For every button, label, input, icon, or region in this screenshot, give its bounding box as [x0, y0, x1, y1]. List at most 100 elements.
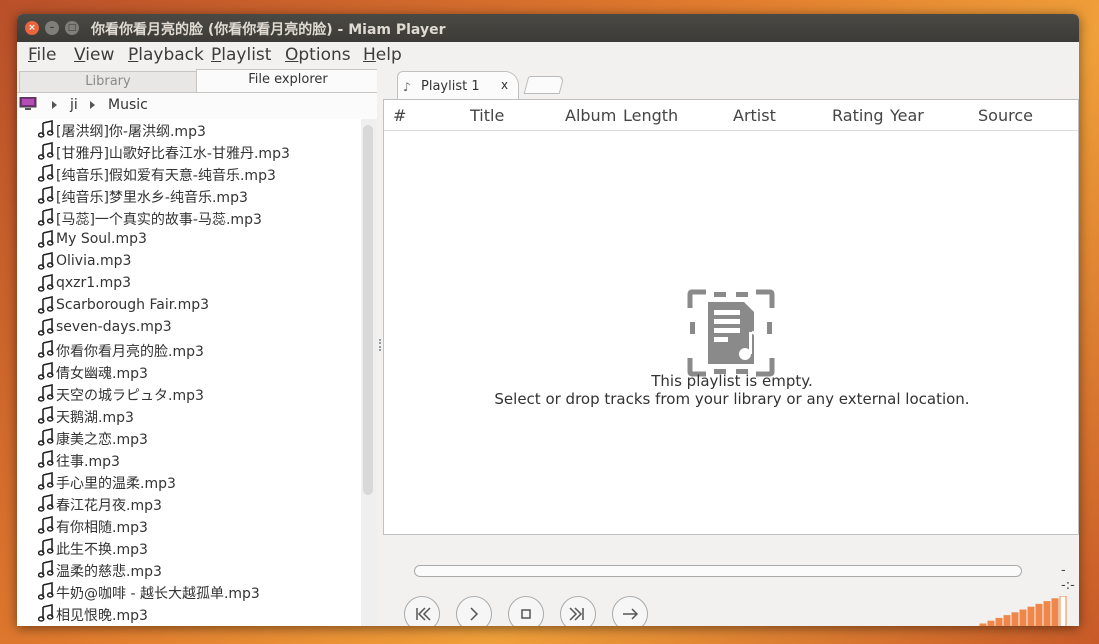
file-name: 康美之恋.mp3: [56, 432, 148, 448]
file-name: [甘雅丹]山歌好比春江水-甘雅丹.mp3: [56, 146, 290, 162]
breadcrumb-arrow-icon[interactable]: [52, 101, 57, 109]
column-rating[interactable]: Rating: [832, 106, 884, 125]
volume-bar[interactable]: [1035, 603, 1043, 626]
file-list-item[interactable]: 春江花月夜.mp3: [17, 493, 361, 515]
skip-forward-button[interactable]: [560, 596, 596, 626]
file-name: 天鹅湖.mp3: [56, 410, 134, 426]
stop-button[interactable]: [508, 596, 544, 626]
left-panel: Library File explorer ji Music [屠洪纲]你-屠洪…: [17, 68, 380, 626]
file-list-item[interactable]: Scarborough Fair.mp3: [17, 295, 361, 317]
playlist-table[interactable]: # Title Album Length Artist Rating Year …: [383, 99, 1079, 535]
play-button[interactable]: [456, 596, 492, 626]
column-year[interactable]: Year: [890, 106, 924, 125]
file-list-item[interactable]: [甘雅丹]山歌好比春江水-甘雅丹.mp3: [17, 141, 361, 163]
file-name: 天空の城ラピュタ.mp3: [56, 388, 204, 404]
file-list-scrollbar[interactable]: [361, 119, 377, 626]
column-title[interactable]: Title: [470, 106, 504, 125]
menu-options[interactable]: Options: [285, 45, 351, 65]
file-name: Scarborough Fair.mp3: [56, 297, 210, 313]
file-list-item[interactable]: 此生不换.mp3: [17, 537, 361, 559]
playlist-header: # Title Album Length Artist Rating Year …: [384, 100, 1078, 131]
music-file-icon: [38, 582, 54, 600]
file-name: seven-days.mp3: [56, 319, 172, 335]
music-file-icon: [38, 428, 54, 446]
volume-bar[interactable]: [1019, 609, 1027, 626]
menu-playback[interactable]: Playback: [128, 45, 204, 65]
file-list-item[interactable]: My Soul.mp3: [17, 229, 361, 251]
music-file-icon: [38, 274, 54, 292]
column-number[interactable]: #: [393, 106, 406, 125]
volume-bar[interactable]: [1051, 598, 1059, 626]
volume-slider[interactable]: [978, 596, 1073, 626]
file-list-item[interactable]: [马蕊]一个真实的故事-马蕊.mp3: [17, 207, 361, 229]
volume-bar[interactable]: [1059, 596, 1067, 626]
file-name: 相见恨晚.mp3: [56, 608, 148, 624]
tab-file-explorer[interactable]: File explorer: [196, 69, 380, 92]
music-file-icon: [38, 516, 54, 534]
menu-playlist[interactable]: Playlist: [211, 45, 271, 65]
file-name: 春江花月夜.mp3: [56, 498, 162, 514]
file-list-item[interactable]: qxzr1.mp3: [17, 273, 361, 295]
volume-bar[interactable]: [987, 620, 995, 626]
file-list-item[interactable]: [纯音乐]梦里水乡-纯音乐.mp3: [17, 185, 361, 207]
new-playlist-tab-button[interactable]: [523, 76, 565, 94]
computer-icon[interactable]: [19, 97, 37, 111]
music-file-icon: [38, 384, 54, 402]
volume-bar[interactable]: [979, 623, 987, 626]
file-list-item[interactable]: 牛奶@咖啡 - 越长大越孤单.mp3: [17, 581, 361, 603]
column-artist[interactable]: Artist: [733, 106, 776, 125]
skip-forward-icon: [569, 607, 584, 621]
column-length[interactable]: Length: [623, 106, 678, 125]
file-name: 温柔的慈悲.mp3: [56, 564, 162, 580]
volume-bar[interactable]: [1011, 612, 1019, 626]
scrollbar-thumb[interactable]: [363, 125, 373, 495]
column-album[interactable]: Album: [565, 106, 616, 125]
breadcrumb-segment-ji[interactable]: ji: [70, 97, 78, 113]
volume-bar[interactable]: [1027, 606, 1035, 626]
close-window-button[interactable]: ×: [25, 21, 39, 35]
file-list-item[interactable]: [纯音乐]假如爱有天意-纯音乐.mp3: [17, 163, 361, 185]
file-list-item[interactable]: 红楼梦序曲.mp3: [17, 625, 361, 626]
file-list-item[interactable]: 有你相随.mp3: [17, 515, 361, 537]
volume-bar[interactable]: [1043, 601, 1051, 626]
volume-bar[interactable]: [995, 617, 1003, 626]
maximize-window-button[interactable]: □: [65, 21, 79, 35]
file-list-item[interactable]: 相见恨晚.mp3: [17, 603, 361, 625]
column-source[interactable]: Source: [978, 106, 1033, 125]
window-title: 你看你看月亮的脸 (你看你看月亮的脸) - Miam Player: [91, 22, 446, 38]
file-list-item[interactable]: 手心里的温柔.mp3: [17, 471, 361, 493]
file-list-item[interactable]: Olivia.mp3: [17, 251, 361, 273]
playback-mode-button[interactable]: [612, 596, 648, 626]
music-file-icon: [38, 604, 54, 622]
empty-playlist-icon: [687, 289, 775, 377]
file-list-item[interactable]: 往事.mp3: [17, 449, 361, 471]
menu-view[interactable]: View: [74, 45, 114, 65]
breadcrumb-segment-music[interactable]: Music: [108, 97, 148, 113]
file-name: 倩女幽魂.mp3: [56, 366, 148, 382]
music-file-icon: [38, 252, 54, 270]
skip-backward-button[interactable]: [404, 596, 440, 626]
file-name: 牛奶@咖啡 - 越长大越孤单.mp3: [56, 586, 260, 602]
file-list-item[interactable]: 天空の城ラピュタ.mp3: [17, 383, 361, 405]
file-list-item[interactable]: 倩女幽魂.mp3: [17, 361, 361, 383]
file-list-item[interactable]: 温柔的慈悲.mp3: [17, 559, 361, 581]
file-list-item[interactable]: 你看你看月亮的脸.mp3: [17, 339, 361, 361]
music-file-icon: [38, 538, 54, 556]
file-list-item[interactable]: seven-days.mp3: [17, 317, 361, 339]
breadcrumb-arrow-icon[interactable]: [90, 101, 95, 109]
volume-bar[interactable]: [1003, 615, 1011, 626]
music-file-icon: [38, 318, 54, 336]
minimize-window-button[interactable]: –: [45, 21, 59, 35]
skip-backward-icon: [416, 607, 431, 621]
music-file-icon: [38, 494, 54, 512]
menu-file[interactable]: File: [28, 45, 56, 65]
tab-playlist-1[interactable]: ♪ Playlist 1 x: [397, 71, 519, 102]
file-list-item[interactable]: [屠洪纲]你-屠洪纲.mp3: [17, 119, 361, 141]
file-list-item[interactable]: 天鹅湖.mp3: [17, 405, 361, 427]
menu-help[interactable]: Help: [363, 45, 402, 65]
close-tab-icon[interactable]: x: [501, 78, 508, 92]
file-list-item[interactable]: 康美之恋.mp3: [17, 427, 361, 449]
tab-library[interactable]: Library: [19, 71, 197, 92]
app-window: × – □ 你看你看月亮的脸 (你看你看月亮的脸) - Miam Player …: [17, 14, 1079, 626]
seek-bar[interactable]: [414, 565, 1022, 577]
